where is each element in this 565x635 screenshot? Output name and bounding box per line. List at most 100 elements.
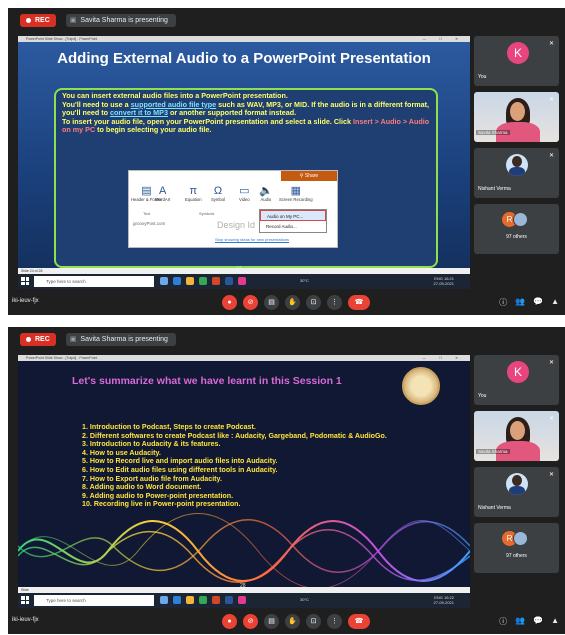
stop-ideas-link: Stop showing ideas for new presentations xyxy=(215,237,290,242)
omega-icon: Ω xyxy=(213,185,223,197)
info-icon[interactable]: ⓘ xyxy=(499,616,507,627)
activities-icon[interactable]: ▲ xyxy=(551,297,559,308)
more-options-button[interactable]: ⋮ xyxy=(327,295,342,310)
meet-control-bar: iki-ieuv-fjx ● ⊘ ▤ ✋ ⊡ ⋮ ☎ ⓘ 👥 💬 ▲ xyxy=(8,293,565,315)
raise-hand-button[interactable]: ✋ xyxy=(285,295,300,310)
mic-toggle-button[interactable]: ● xyxy=(222,614,237,629)
windows-start-icon xyxy=(21,277,29,285)
present-icon: ⊡ xyxy=(310,618,317,625)
explorer-icon xyxy=(186,277,194,285)
avatar: K xyxy=(507,42,529,64)
camera-toggle-button[interactable]: ⊘ xyxy=(243,614,258,629)
share-button: ⚲ Share xyxy=(281,171,337,181)
slide-body-text: You can insert external audio files into… xyxy=(62,91,436,135)
slide-28: Let's summarize what we have learnt in t… xyxy=(18,361,470,593)
ppt-window-title: PowerPoint Slide Show - [Tutpd] - PowerP… xyxy=(26,356,98,360)
list-item: 7. How to Export audio file from Audacit… xyxy=(82,474,222,483)
people-icon[interactable]: 👥 xyxy=(515,616,525,627)
end-call-icon: ☎ xyxy=(354,618,364,625)
people-icon[interactable]: 👥 xyxy=(515,297,525,308)
raise-hand-button[interactable]: ✋ xyxy=(285,614,300,629)
task-view-icon xyxy=(160,596,168,604)
participant-tile-you[interactable]: K ✕ You xyxy=(474,355,559,405)
participant-tile-others[interactable]: R 97 others xyxy=(474,204,559,254)
app-icon xyxy=(238,596,246,604)
slide-title: Let's summarize what we have learnt in t… xyxy=(72,375,342,387)
end-call-button[interactable]: ☎ xyxy=(348,614,370,629)
presenting-indicator[interactable]: ▣ Savita Sharma is presenting xyxy=(65,332,176,346)
ppt-ribbon-screenshot: ⚲ Share ▤ Header & Footer A WordArt π Equat… xyxy=(128,170,338,248)
list-item: 3. Introduction to Audacity & its featur… xyxy=(82,440,221,449)
institution-logo xyxy=(402,367,440,405)
end-call-button[interactable]: ☎ xyxy=(348,295,370,310)
info-icon[interactable]: ⓘ xyxy=(499,297,507,308)
weather-widget: 30°C xyxy=(300,597,309,602)
taskbar-search: Type here to search xyxy=(34,595,154,606)
meet-window-2: REC ▣ Savita Sharma is presenting PowerP… xyxy=(8,327,565,634)
cc-icon: ▤ xyxy=(268,618,275,625)
participant-name: Savita Sharma xyxy=(476,130,510,135)
camera-off-icon: ⊘ xyxy=(247,299,254,306)
explorer-icon xyxy=(186,596,194,604)
tool-label: Symbol xyxy=(211,197,225,202)
chrome-icon xyxy=(199,277,207,285)
chat-icon[interactable]: 💬 xyxy=(533,616,543,627)
present-icon: ⊡ xyxy=(310,299,317,306)
mic-muted-icon: ✕ xyxy=(548,360,554,366)
end-call-icon: ☎ xyxy=(354,299,364,306)
word-icon xyxy=(225,277,233,285)
group-text-label: Text xyxy=(143,211,151,216)
speaker-icon: 🔈 xyxy=(259,185,273,197)
participant-tile-nishant[interactable]: ✕ Nishant Verma xyxy=(474,148,559,198)
participant-name: You xyxy=(478,393,487,399)
participant-name: You xyxy=(478,74,487,80)
participant-tile-nishant[interactable]: ✕ Nishant Verma xyxy=(474,467,559,517)
side-controls: ⓘ 👥 💬 ▲ xyxy=(499,297,559,308)
system-tray: ENG 16:21 27-09-2021 xyxy=(434,276,454,286)
task-view-icon xyxy=(160,277,168,285)
meet-top-bar: REC ▣ Savita Sharma is presenting xyxy=(8,8,565,32)
mic-toggle-button[interactable]: ● xyxy=(222,295,237,310)
design-ideas-heading: Design Id xyxy=(217,220,256,230)
participant-tile-savita[interactable]: Savita Sharma ✕ xyxy=(474,411,559,461)
captions-button[interactable]: ▤ xyxy=(264,295,279,310)
activities-icon[interactable]: ▲ xyxy=(551,616,559,627)
avatar xyxy=(506,154,528,176)
tool-label: Audio xyxy=(260,197,272,202)
presenting-label: Savita Sharma is presenting xyxy=(80,16,168,24)
more-options-button[interactable]: ⋮ xyxy=(327,614,342,629)
camera-toggle-button[interactable]: ⊘ xyxy=(243,295,258,310)
list-item: 5. How to Record live and import audio f… xyxy=(82,457,278,466)
slide-24: Adding External Audio to a PowerPoint Pr… xyxy=(18,42,470,274)
clock-date: 27-09-2021 xyxy=(433,281,454,286)
ppt-window-title: PowerPoint Slide Show - [Tutpd] - PowerP… xyxy=(26,37,98,41)
presenting-indicator[interactable]: ▣ Savita Sharma is presenting xyxy=(65,13,176,27)
list-item: 6. How to Edit audio files using differe… xyxy=(82,465,278,474)
present-button[interactable]: ⊡ xyxy=(306,295,321,310)
participant-tile-savita[interactable]: Savita Sharma ✕ xyxy=(474,92,559,142)
audio-dropdown-menu: Audio on My PC... Record Audio... xyxy=(259,209,327,233)
mic-muted-icon: ✕ xyxy=(548,153,554,159)
participant-tile-others[interactable]: R 97 others xyxy=(474,523,559,573)
ppt-status-bar: Slide 24 of 28 xyxy=(18,268,470,274)
participant-tile-you[interactable]: K ✕ You xyxy=(474,36,559,86)
edge-icon xyxy=(173,596,181,604)
windows-taskbar: Slide 24 of 28 Type here to search 30°C … xyxy=(18,268,470,289)
captions-button[interactable]: ▤ xyxy=(264,614,279,629)
site-watermark: groovyPost.com xyxy=(133,221,166,226)
chat-icon[interactable]: 💬 xyxy=(533,297,543,308)
call-controls: ● ⊘ ▤ ✋ ⊡ ⋮ ☎ xyxy=(222,295,370,310)
others-count: 97 others xyxy=(506,234,527,240)
present-button[interactable]: ⊡ xyxy=(306,614,321,629)
avatar: K xyxy=(507,361,529,383)
participant-name: Nishant Verma xyxy=(478,186,511,192)
windows-taskbar: Slide Type here to search 30°C ENG 16:22… xyxy=(18,587,470,608)
others-count: 97 others xyxy=(506,553,527,559)
weather-widget: 30°C xyxy=(300,278,309,283)
mic-muted-icon: ✕ xyxy=(548,41,554,47)
ppt-status-bar: Slide xyxy=(18,587,470,593)
system-tray: ENG 16:22 27-09-2021 xyxy=(434,595,454,605)
tool-label: Equation xyxy=(185,197,202,202)
avatar xyxy=(513,212,528,227)
video-feed: Savita Sharma xyxy=(474,92,559,142)
